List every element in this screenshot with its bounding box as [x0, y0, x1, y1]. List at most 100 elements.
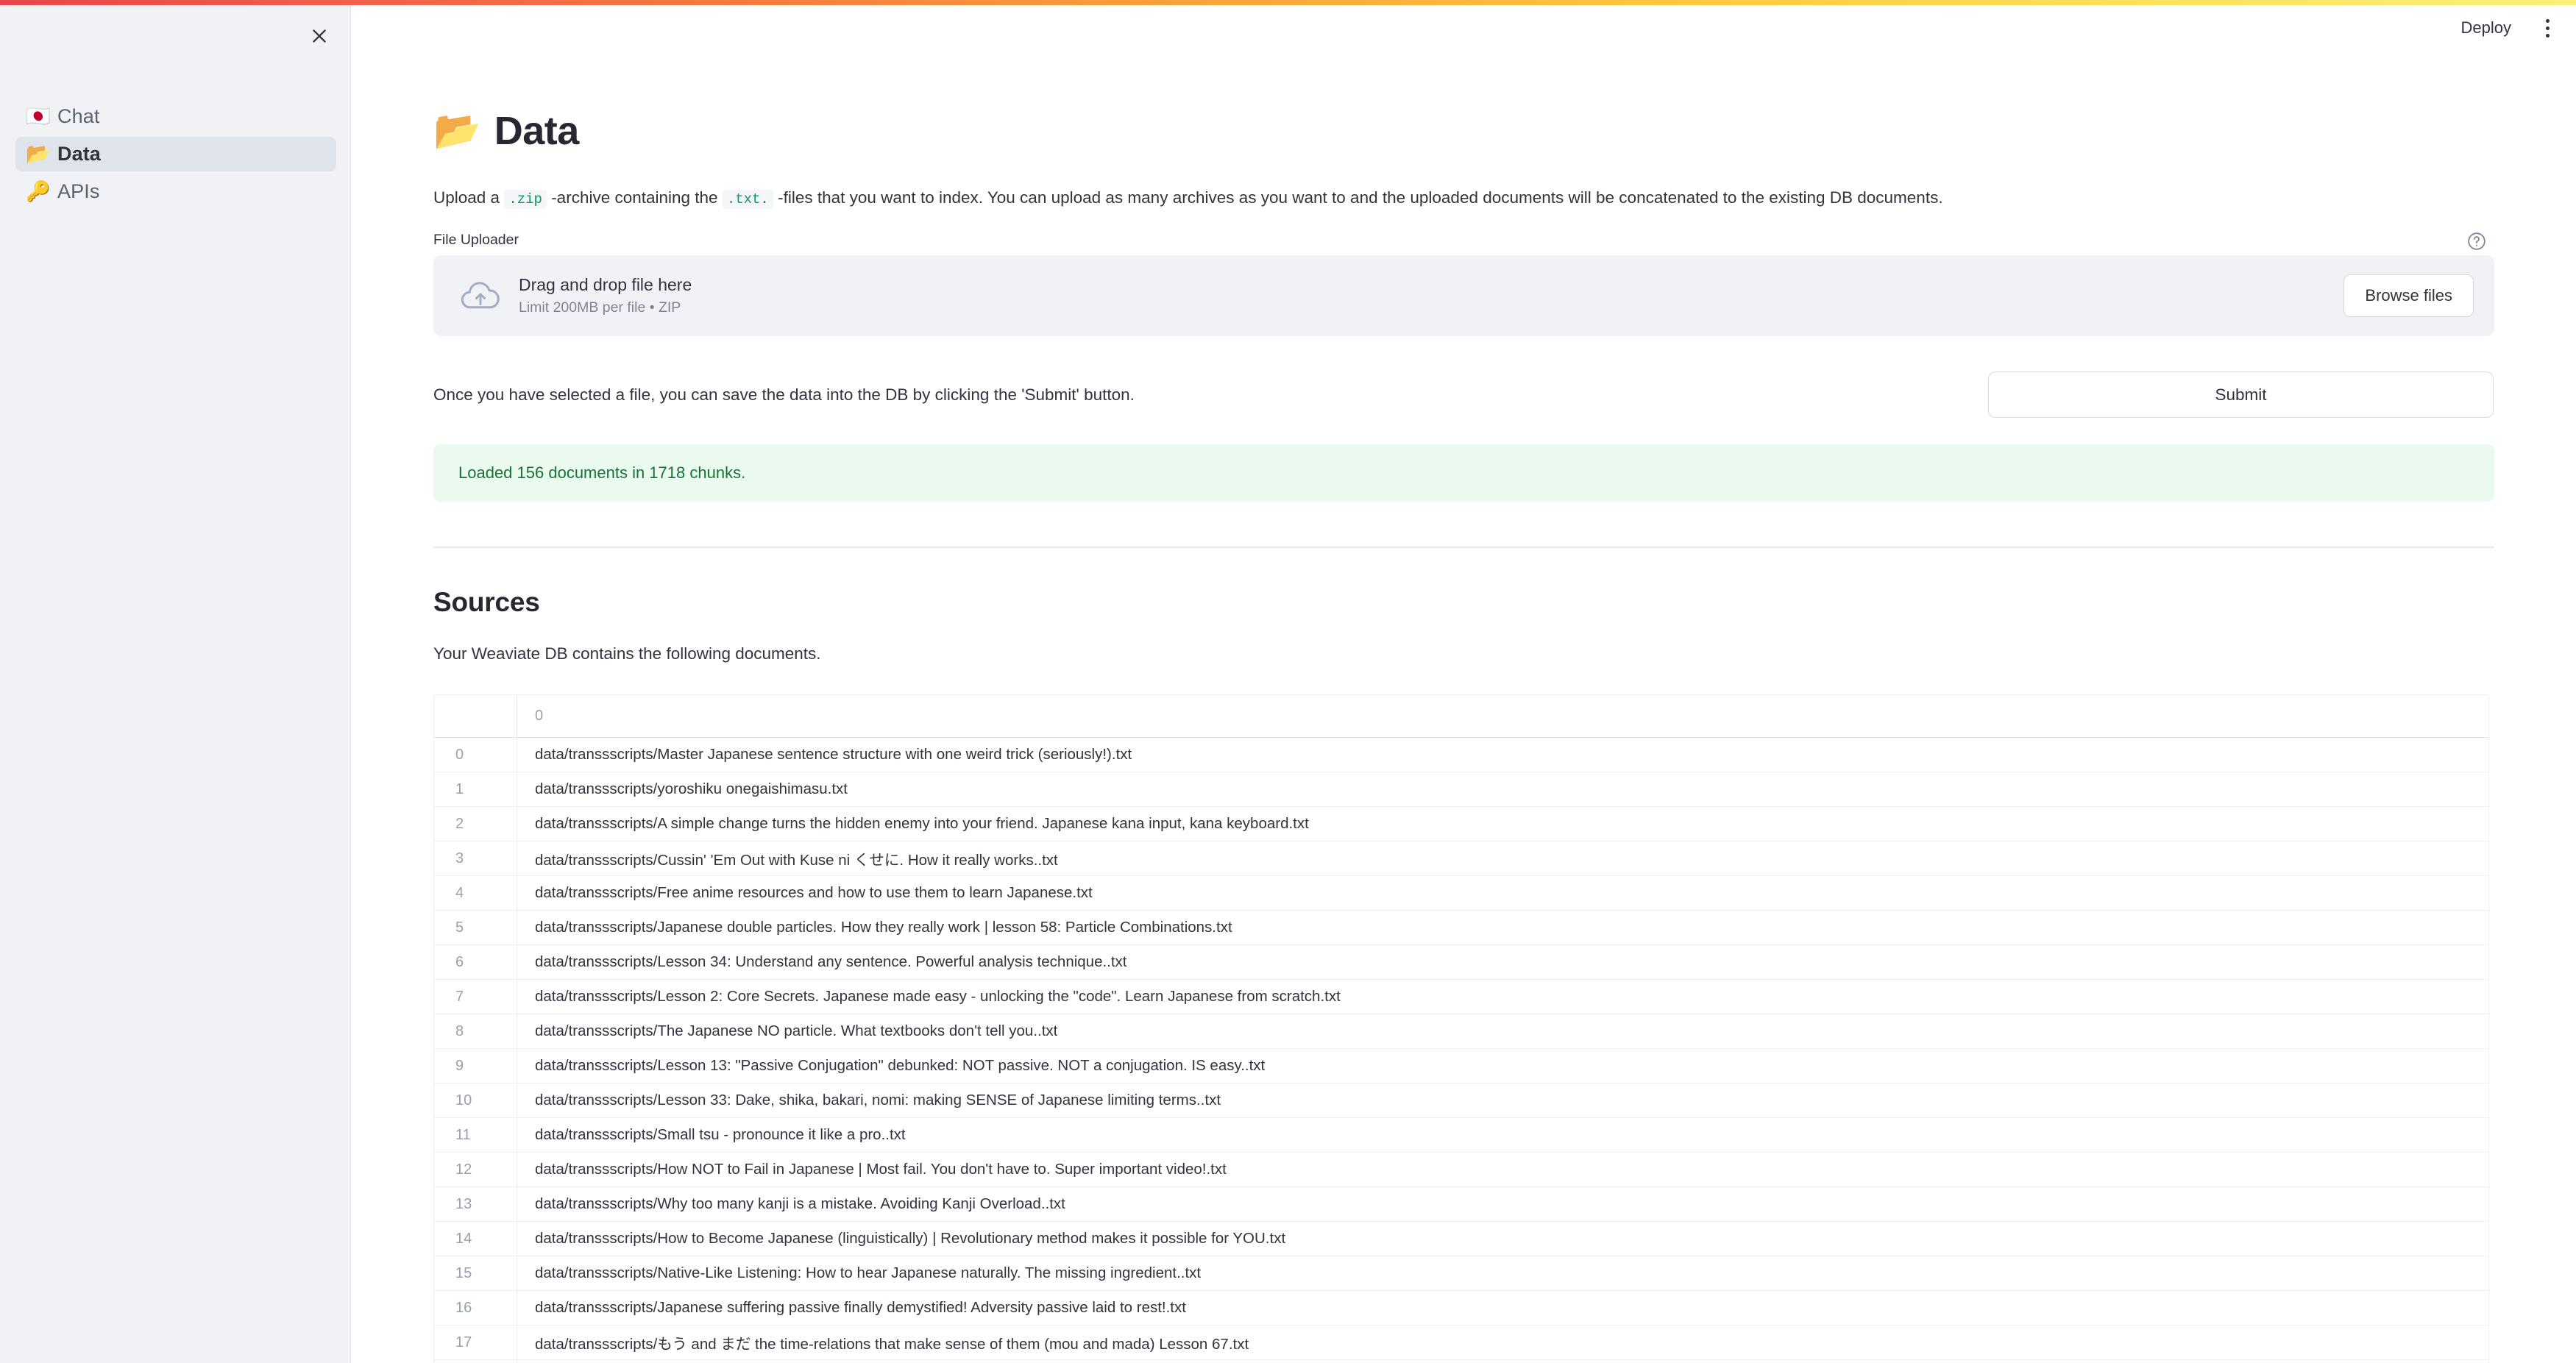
table-cell-document-path: data/transsscripts/The Japanese NO parti…: [535, 1022, 1058, 1039]
menu-dot: [2545, 26, 2550, 30]
sources-heading: Sources: [433, 587, 540, 617]
table-cell-document-path: data/transsscripts/もう and まだ the time-re…: [535, 1336, 1249, 1353]
table-row[interactable]: 1 data/transsscripts/yoroshiku onegaishim…: [434, 772, 2488, 807]
sidebar: 🇯🇵 Chat 📂 Data 🔑 APIs: [0, 5, 351, 1363]
browse-files-button[interactable]: Browse files: [2343, 274, 2474, 317]
table-row-index: 12: [434, 1153, 517, 1186]
submit-button[interactable]: Submit: [1988, 371, 2494, 418]
table-cell-document-path: data/transsscripts/yoroshiku onegaishima…: [535, 780, 848, 797]
table-row[interactable]: 16 data/transsscripts/Japanese suffering …: [434, 1291, 2488, 1325]
table-row-index: 18: [434, 1360, 517, 1363]
table-row-index: 14: [434, 1222, 517, 1256]
close-icon[interactable]: [302, 18, 337, 54]
table-row[interactable]: 17 data/transsscripts/もう and まだ the time-…: [434, 1325, 2488, 1360]
table-cell-document-path: data/transsscripts/Lesson 2: Core Secret…: [535, 988, 1341, 1005]
dropzone-primary-text: Drag and drop file here: [519, 275, 692, 294]
app-header: Deploy: [351, 5, 2576, 51]
sidebar-nav: 🇯🇵 Chat 📂 Data 🔑 APIs: [15, 99, 336, 212]
table-cell-document-path: data/transsscripts/Small tsu - pronounce…: [535, 1126, 906, 1143]
sources-description: Your Weaviate DB contains the following …: [433, 644, 821, 663]
table-row[interactable]: 3 data/transsscripts/Cussin' 'Em Out with…: [434, 841, 2488, 876]
table-row[interactable]: 15 data/transsscripts/Native-Like Listeni…: [434, 1256, 2488, 1291]
table-index-header: [434, 695, 517, 737]
table-cell-document-path: data/transsscripts/Japanese double parti…: [535, 919, 1232, 936]
table-row-index: 16: [434, 1291, 517, 1325]
table-row[interactable]: 4 data/transsscripts/Free anime resources…: [434, 876, 2488, 911]
submit-row: Once you have selected a file, you can s…: [433, 371, 2494, 418]
table-row-index: 4: [434, 876, 517, 910]
table-column-header: 0: [535, 708, 544, 724]
table-row[interactable]: 2 data/transsscripts/A simple change turn…: [434, 807, 2488, 841]
table-row-index: 10: [434, 1083, 517, 1117]
table-row[interactable]: 7 data/transsscripts/Lesson 2: Core Secre…: [434, 980, 2488, 1014]
table-row-index: 1: [434, 772, 517, 806]
table-header-row: 0: [434, 695, 2488, 738]
dropzone-limit-text: Limit 200MB per file • ZIP: [519, 299, 681, 316]
table-cell-document-path: data/transsscripts/Free anime resources …: [535, 884, 1093, 901]
table-row[interactable]: 5 data/transsscripts/Japanese double part…: [434, 911, 2488, 945]
sidebar-item-label: Chat: [57, 105, 100, 127]
menu-dot: [2545, 18, 2550, 23]
sidebar-item-chat[interactable]: 🇯🇵 Chat: [15, 99, 336, 134]
table-row-index: 5: [434, 911, 517, 944]
file-uploader-label: File Uploader: [433, 232, 519, 248]
table-cell-document-path: data/transsscripts/How NOT to Fail in Ja…: [535, 1161, 1227, 1178]
intro-part-3: -files that you want to index. You can u…: [773, 188, 1943, 207]
sidebar-item-label: Data: [57, 143, 101, 165]
table-cell-document-path: data/transsscripts/A simple change turns…: [535, 815, 1309, 832]
open-folder-icon: 📂: [433, 109, 481, 153]
cloud-upload-icon: [461, 282, 500, 309]
intro-paragraph: Upload a .zip -archive containing the .t…: [433, 185, 2494, 211]
file-uploader-widget: File Uploader Drag and drop file here Li…: [433, 232, 2494, 336]
table-body: 0 data/transsscripts/Master Japanese sent…: [434, 738, 2488, 1363]
sidebar-item-apis[interactable]: 🔑 APIs: [15, 174, 336, 209]
kebab-menu-icon[interactable]: [2535, 15, 2560, 40]
intro-part-2: -archive containing the: [546, 188, 723, 207]
table-row[interactable]: 9 data/transsscripts/Lesson 13: "Passive …: [434, 1049, 2488, 1083]
table-row-index: 13: [434, 1187, 517, 1221]
file-dropzone[interactable]: Drag and drop file here Limit 200MB per …: [433, 255, 2494, 336]
table-row[interactable]: 6 data/transsscripts/Lesson 34: Understan…: [434, 945, 2488, 980]
success-alert: Loaded 156 documents in 1718 chunks.: [433, 444, 2494, 502]
table-row[interactable]: 14 data/transsscripts/How to Become Japan…: [434, 1222, 2488, 1256]
table-row[interactable]: 18data/transsscripts/Breaking the Core: …: [434, 1360, 2488, 1363]
table-row[interactable]: 0 data/transsscripts/Master Japanese sent…: [434, 738, 2488, 772]
table-cell-document-path: data/transsscripts/Japanese suffering pa…: [535, 1299, 1186, 1316]
table-row-index: 3: [434, 841, 517, 875]
main-content: 📂 Data Upload a .zip -archive containing…: [351, 5, 2576, 1363]
zip-code-chip: .zip: [504, 190, 547, 209]
page-title-text: Data: [494, 109, 580, 153]
table-row[interactable]: 10 data/transsscripts/Lesson 33: Dake, sh…: [434, 1083, 2488, 1118]
top-accent-gradient-bar: [0, 0, 2576, 5]
sources-table[interactable]: 0 0 data/transsscripts/Master Japanese se…: [433, 694, 2489, 1363]
table-row-index: 17: [434, 1325, 517, 1359]
table-cell-document-path: data/transsscripts/Master Japanese sente…: [535, 746, 1132, 763]
table-row-index: 8: [434, 1014, 517, 1048]
table-cell-document-path: data/transsscripts/Why too many kanji is…: [535, 1195, 1065, 1212]
intro-part-1: Upload a: [433, 188, 505, 207]
page-title: 📂 Data: [433, 104, 2494, 157]
table-row-index: 9: [434, 1049, 517, 1083]
deploy-button[interactable]: Deploy: [2454, 14, 2519, 42]
table-row[interactable]: 8 data/transsscripts/The Japanese NO part…: [434, 1014, 2488, 1049]
table-cell-document-path: data/transsscripts/Native-Like Listening…: [535, 1264, 1202, 1281]
help-circle-icon[interactable]: [2467, 232, 2486, 251]
menu-dot: [2545, 33, 2550, 38]
sidebar-item-label: APIs: [57, 180, 100, 202]
table-row-index: 6: [434, 945, 517, 979]
submit-hint-text: Once you have selected a file, you can s…: [433, 385, 1135, 404]
table-row-index: 0: [434, 738, 517, 772]
txt-code-chip: .txt.: [722, 190, 773, 209]
table-row-index: 2: [434, 807, 517, 841]
table-cell-document-path: data/transsscripts/Cussin' 'Em Out with …: [535, 852, 1058, 869]
open-folder-icon: 📂: [26, 143, 51, 166]
table-row-index: 11: [434, 1118, 517, 1152]
sidebar-item-data[interactable]: 📂 Data: [15, 137, 336, 171]
table-row-index: 7: [434, 980, 517, 1014]
table-row[interactable]: 11 data/transsscripts/Small tsu - pronoun…: [434, 1118, 2488, 1153]
table-cell-document-path: data/transsscripts/Lesson 34: Understand…: [535, 953, 1127, 970]
table-row[interactable]: 13 data/transsscripts/Why too many kanji …: [434, 1187, 2488, 1222]
table-row[interactable]: 12 data/transsscripts/How NOT to Fail in …: [434, 1153, 2488, 1187]
section-divider: [433, 547, 2494, 548]
table-cell-document-path: data/transsscripts/Lesson 33: Dake, shik…: [535, 1092, 1221, 1108]
